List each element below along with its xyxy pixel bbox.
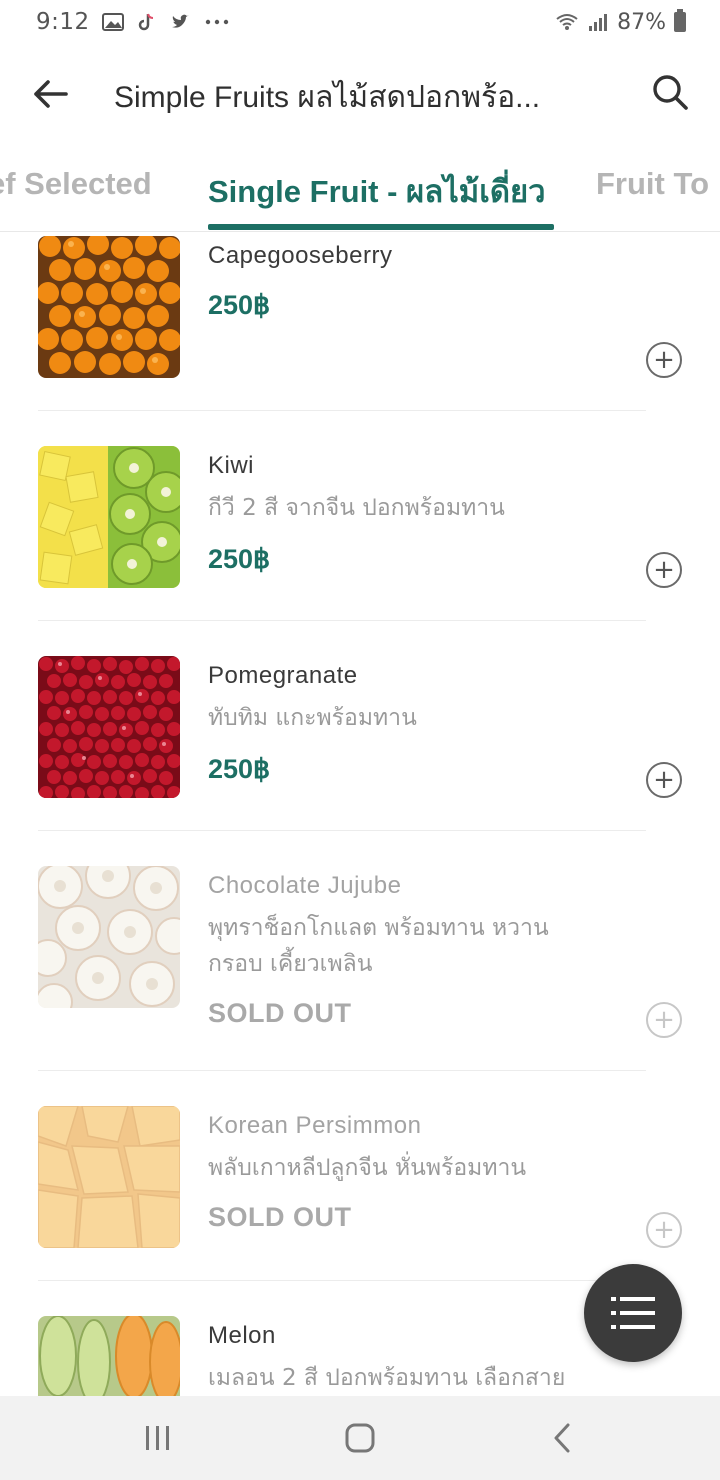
product-list[interactable]: Capegooseberry 250฿ + Kiwi กีวี 2 สี จาก… — [0, 232, 720, 1396]
category-menu-button[interactable] — [584, 1264, 682, 1362]
app-bar: Simple Fruits ผลไม้สดปอกพร้อ... — [0, 44, 720, 140]
category-tabs: ef Selected Single Fruit - ผลไม้เดี่ยว F… — [0, 140, 720, 232]
gallery-icon — [101, 13, 124, 31]
tab-fruit-to[interactable]: Fruit To — [596, 166, 709, 202]
tiktok-icon — [138, 13, 153, 31]
product-description: พุทราช็อกโกแลต พร้อมทาน หวาน กรอบ เคี้ยว… — [208, 915, 549, 977]
product-price: 250฿ — [208, 544, 271, 574]
divider — [38, 1070, 646, 1071]
page-title: Simple Fruits ผลไม้สดปอกพร้อ... — [114, 81, 541, 114]
tab-chef-selected[interactable]: ef Selected — [0, 166, 152, 202]
divider — [38, 830, 646, 831]
back-icon — [554, 1423, 570, 1453]
product-description: พลับเกาหลีปลูกจีน หั่นพร้อมทาน — [208, 1155, 527, 1181]
product-name: Melon — [208, 1322, 276, 1349]
product-description: เมลอน 2 สี ปอกพร้อมทาน เลือกสาย — [208, 1365, 566, 1391]
divider — [38, 620, 646, 621]
nav-back-button[interactable] — [538, 1416, 586, 1460]
signal-icon — [589, 14, 608, 31]
product-image — [38, 236, 180, 378]
product-name: Kiwi — [208, 452, 255, 479]
wifi-icon — [556, 14, 578, 30]
product-description: ทับทิม แกะพร้อมทาน — [208, 705, 417, 731]
product-price: 250฿ — [208, 290, 271, 320]
home-button[interactable] — [336, 1416, 384, 1460]
product-description: กีวี 2 สี จากจีน ปอกพร้อมทาน — [208, 495, 505, 521]
plus-icon: + — [653, 765, 675, 795]
status-bar: 9:12 87% — [0, 0, 720, 44]
recent-apps-icon — [146, 1426, 169, 1450]
search-icon — [653, 75, 688, 110]
add-to-cart-button[interactable]: + — [646, 762, 682, 798]
divider — [38, 1280, 646, 1281]
add-to-cart-button[interactable]: + — [646, 552, 682, 588]
battery-percent: 87% — [617, 9, 666, 35]
add-to-cart-button[interactable]: + — [646, 1002, 682, 1038]
active-tab-indicator — [208, 224, 554, 230]
product-image — [38, 1106, 180, 1248]
recent-apps-button[interactable] — [134, 1416, 182, 1460]
system-nav-bar — [0, 1396, 720, 1480]
product-image — [38, 866, 180, 1008]
sold-out-label: SOLD OUT — [208, 998, 352, 1028]
divider — [38, 410, 646, 411]
plus-icon: + — [653, 1005, 675, 1035]
product-image — [38, 1316, 180, 1396]
list-menu-icon — [611, 1297, 655, 1329]
back-button[interactable] — [26, 70, 74, 118]
product-name: Korean Persimmon — [208, 1112, 422, 1139]
more-icon — [205, 19, 228, 25]
product-name: Pomegranate — [208, 662, 358, 689]
search-button[interactable] — [646, 68, 694, 116]
product-price: 250฿ — [208, 754, 271, 784]
product-name: Capegooseberry — [208, 242, 393, 269]
plus-icon: + — [653, 345, 675, 375]
tab-single-fruit[interactable]: Single Fruit - ผลไม้เดี่ยว — [208, 166, 546, 216]
arrow-left-icon — [34, 80, 68, 108]
product-image — [38, 446, 180, 588]
plus-icon: + — [653, 555, 675, 585]
product-name: Chocolate Jujube — [208, 872, 402, 899]
twitter-icon — [171, 14, 189, 28]
status-time: 9:12 — [36, 9, 90, 35]
plus-icon: + — [653, 1215, 675, 1245]
add-to-cart-button[interactable]: + — [646, 342, 682, 378]
sold-out-label: SOLD OUT — [208, 1202, 352, 1232]
add-to-cart-button[interactable]: + — [646, 1212, 682, 1248]
home-icon — [345, 1423, 375, 1453]
product-image — [38, 656, 180, 798]
battery-icon — [674, 9, 686, 32]
